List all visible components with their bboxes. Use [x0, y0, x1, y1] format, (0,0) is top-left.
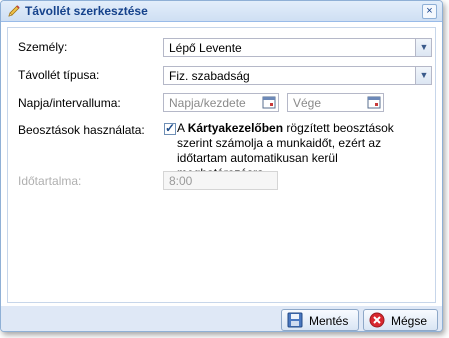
person-label: Személy: [18, 40, 68, 54]
dialog-title: Távollét szerkesztése [25, 4, 148, 18]
cancel-button[interactable]: Mégse [363, 309, 438, 331]
schedules-checkbox[interactable]: ✓ [164, 121, 176, 135]
duration-input: 8:00 [163, 171, 278, 190]
desc-bold: Kártyakezelőben [187, 121, 284, 135]
start-date-input[interactable]: Napja/kezdete [163, 93, 279, 112]
form-panel: Személy: Lépő Levente ▼ Távollét típusa:… [7, 27, 436, 303]
pencil-icon [8, 5, 20, 17]
floppy-disk-icon [287, 312, 303, 328]
close-button[interactable]: × [422, 4, 437, 19]
duration-value: 8:00 [169, 174, 193, 188]
chevron-down-icon[interactable]: ▼ [415, 39, 431, 56]
calendar-icon[interactable] [367, 95, 381, 109]
calendar-icon[interactable] [262, 95, 276, 109]
start-date-placeholder: Napja/kezdete [169, 96, 246, 110]
desc-prefix: A [177, 121, 188, 135]
cancel-label: Mégse [391, 314, 428, 328]
date-range-label: Napja/intervalluma: [18, 96, 121, 110]
end-date-input[interactable]: Vége [287, 93, 384, 112]
end-date-placeholder: Vége [293, 96, 322, 110]
absence-type-value: Fiz. szabadság [169, 69, 250, 83]
absence-edit-dialog: Távollét szerkesztése × Személy: Lépő Le… [0, 0, 443, 332]
person-combo[interactable]: Lépő Levente ▼ [163, 38, 432, 57]
absence-type-label: Távollét típusa: [18, 68, 100, 82]
save-label: Mentés [309, 314, 349, 328]
dialog-footer: Mentés Mégse [1, 306, 442, 331]
close-icon: × [426, 5, 433, 17]
cancel-icon [369, 312, 385, 328]
dialog-titlebar[interactable]: Távollét szerkesztése × [1, 1, 442, 22]
person-value: Lépő Levente [169, 41, 242, 55]
save-button[interactable]: Mentés [281, 309, 359, 331]
absence-type-combo[interactable]: Fiz. szabadság ▼ [163, 66, 432, 85]
schedules-label: Beosztások használata: [18, 123, 145, 137]
duration-label: Időtartalma: [18, 174, 82, 188]
chevron-down-icon[interactable]: ▼ [415, 67, 431, 84]
check-icon: ✓ [165, 121, 176, 135]
